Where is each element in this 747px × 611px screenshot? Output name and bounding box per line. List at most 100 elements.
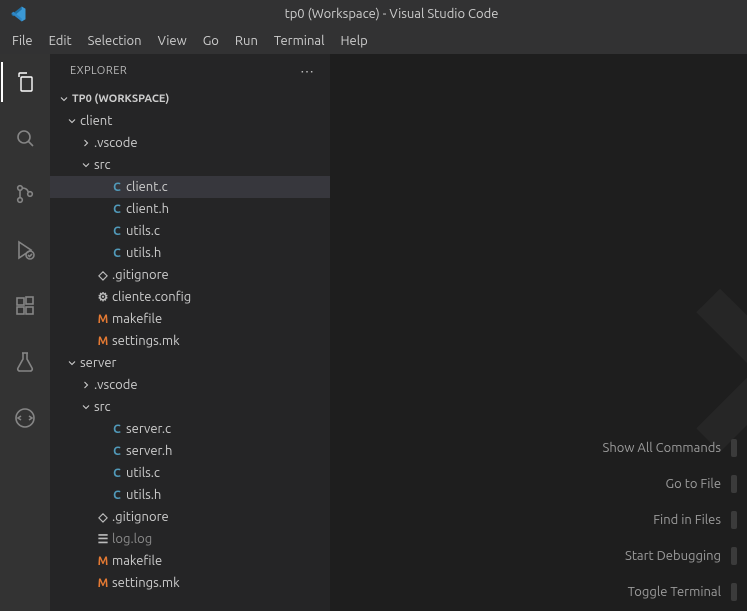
- menu-terminal[interactable]: Terminal: [266, 32, 333, 50]
- file-label: settings.mk: [112, 576, 180, 590]
- chevron-down-icon: [78, 401, 94, 413]
- file-row[interactable]: Msettings.mk: [50, 330, 330, 352]
- cmd-start-debugging[interactable]: Start Debugging: [625, 547, 737, 565]
- gitignore-icon: ◇: [94, 268, 112, 282]
- window-title: tp0 (Workspace) - Visual Studio Code: [285, 7, 499, 21]
- menu-file[interactable]: File: [4, 32, 41, 50]
- file-label: client.c: [126, 180, 168, 194]
- folder-label: src: [94, 400, 111, 414]
- file-row[interactable]: Cutils.c: [50, 220, 330, 242]
- file-row[interactable]: Mmakefile: [50, 308, 330, 330]
- folder-row[interactable]: client: [50, 110, 330, 132]
- menu-help[interactable]: Help: [332, 32, 375, 50]
- file-row[interactable]: ◇.gitignore: [50, 506, 330, 528]
- menu-run[interactable]: Run: [227, 32, 266, 50]
- chevron-right-icon: [78, 379, 94, 391]
- menu-edit[interactable]: Edit: [41, 32, 80, 50]
- keyhint-icon: [731, 475, 737, 493]
- activity-extensions-icon[interactable]: [1, 286, 49, 326]
- file-row[interactable]: ⚙cliente.config: [50, 286, 330, 308]
- activity-bar: [0, 54, 50, 611]
- file-label: .gitignore: [112, 510, 169, 524]
- c-file-icon: C: [108, 445, 126, 458]
- file-label: log.log: [112, 532, 152, 546]
- cmd-toggle-terminal[interactable]: Toggle Terminal: [628, 583, 737, 601]
- file-row[interactable]: Cutils.h: [50, 242, 330, 264]
- file-row[interactable]: Mmakefile: [50, 550, 330, 572]
- file-label: server.c: [126, 422, 171, 436]
- c-file-icon: C: [108, 489, 126, 502]
- file-label: makefile: [112, 312, 162, 326]
- file-label: client.h: [126, 202, 169, 216]
- activity-run-debug-icon[interactable]: [1, 230, 49, 270]
- explorer-sidebar: EXPLORER ⋯ TP0 (WORKSPACE) client .vscode…: [50, 54, 330, 611]
- c-file-icon: C: [108, 247, 126, 260]
- c-file-icon: C: [108, 225, 126, 238]
- workspace-title: TP0 (WORKSPACE): [72, 93, 169, 105]
- folder-row[interactable]: src: [50, 154, 330, 176]
- keyhint-icon: [731, 439, 737, 457]
- folder-label: .vscode: [94, 378, 138, 392]
- file-row[interactable]: Msettings.mk: [50, 572, 330, 594]
- sidebar-more-icon[interactable]: ⋯: [300, 63, 316, 80]
- menu-selection[interactable]: Selection: [80, 32, 150, 50]
- keyhint-icon: [731, 511, 737, 529]
- chevron-down-icon: [78, 159, 94, 171]
- file-row[interactable]: Cserver.c: [50, 418, 330, 440]
- cmd-label: Start Debugging: [625, 549, 721, 563]
- file-row[interactable]: ◇.gitignore: [50, 264, 330, 286]
- folder-label: src: [94, 158, 111, 172]
- file-row[interactable]: Cclient.c: [50, 176, 330, 198]
- c-file-icon: C: [108, 203, 126, 216]
- gitignore-icon: ◇: [94, 510, 112, 524]
- folder-row[interactable]: .vscode: [50, 132, 330, 154]
- cmd-label: Find in Files: [653, 513, 721, 527]
- folder-row[interactable]: .vscode: [50, 374, 330, 396]
- menu-bar: File Edit Selection View Go Run Terminal…: [0, 28, 747, 54]
- cmd-show-all-commands[interactable]: Show All Commands: [603, 439, 737, 457]
- sidebar-title: EXPLORER: [70, 65, 127, 77]
- cmd-label: Go to File: [666, 477, 721, 491]
- activity-search-icon[interactable]: [1, 118, 49, 158]
- editor-area: ✕ Show All Commands Go to File Find in F…: [330, 54, 747, 611]
- file-row[interactable]: Cserver.h: [50, 440, 330, 462]
- c-file-icon: C: [108, 423, 126, 436]
- keyhint-icon: [731, 547, 737, 565]
- activity-explorer-icon[interactable]: [1, 62, 49, 102]
- makefile-icon: M: [94, 577, 112, 590]
- folder-label: .vscode: [94, 136, 138, 150]
- file-row[interactable]: ☰log.log: [50, 528, 330, 550]
- file-row[interactable]: Cclient.h: [50, 198, 330, 220]
- makefile-icon: M: [94, 335, 112, 348]
- activity-testing-icon[interactable]: [1, 342, 49, 382]
- menu-go[interactable]: Go: [195, 32, 227, 50]
- title-bar: tp0 (Workspace) - Visual Studio Code: [0, 0, 747, 28]
- chevron-down-icon: [56, 93, 72, 105]
- chevron-down-icon: [64, 357, 80, 369]
- activity-remote-icon[interactable]: [1, 398, 49, 438]
- file-label: cliente.config: [112, 290, 191, 304]
- workspace-header[interactable]: TP0 (WORKSPACE): [50, 88, 330, 110]
- cmd-label: Show All Commands: [603, 441, 721, 455]
- file-row[interactable]: Cutils.c: [50, 462, 330, 484]
- makefile-icon: M: [94, 555, 112, 568]
- c-file-icon: C: [108, 467, 126, 480]
- folder-label: client: [80, 114, 112, 128]
- menu-view[interactable]: View: [150, 32, 195, 50]
- file-label: server.h: [126, 444, 172, 458]
- welcome-commands: Show All Commands Go to File Find in Fil…: [603, 439, 737, 601]
- makefile-icon: M: [94, 313, 112, 326]
- file-label: utils.c: [126, 466, 160, 480]
- file-tree: client.vscodesrcCclient.cCclient.hCutils…: [50, 110, 330, 611]
- file-label: utils.c: [126, 224, 160, 238]
- file-row[interactable]: Cutils.h: [50, 484, 330, 506]
- chevron-down-icon: [64, 115, 80, 127]
- sidebar-header: EXPLORER ⋯: [50, 54, 330, 88]
- folder-row[interactable]: server: [50, 352, 330, 374]
- folder-row[interactable]: src: [50, 396, 330, 418]
- file-label: utils.h: [126, 246, 161, 260]
- cmd-go-to-file[interactable]: Go to File: [666, 475, 737, 493]
- activity-source-control-icon[interactable]: [1, 174, 49, 214]
- cmd-find-in-files[interactable]: Find in Files: [653, 511, 737, 529]
- log-icon: ☰: [94, 532, 112, 546]
